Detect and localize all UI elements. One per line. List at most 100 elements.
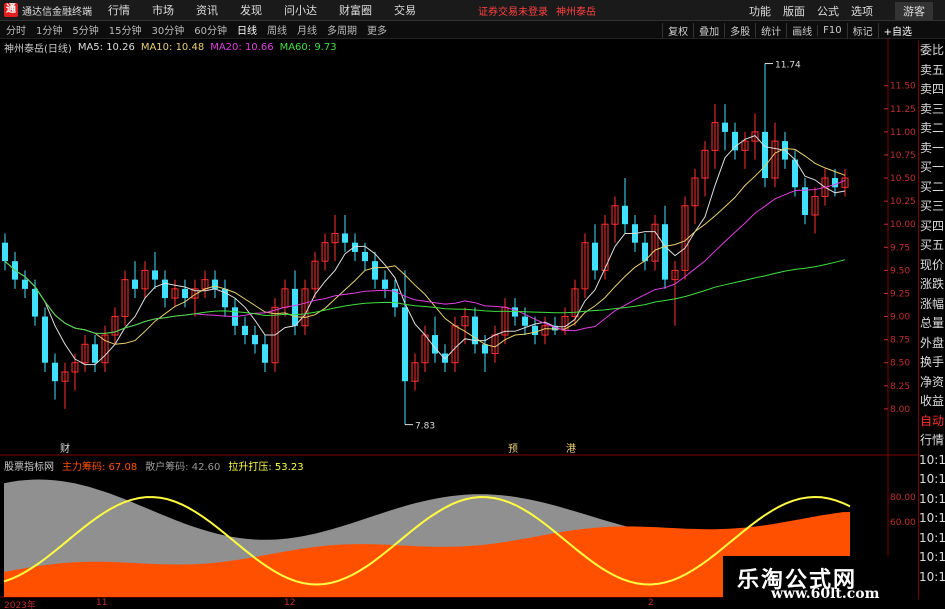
app-logo-icon: 通 (4, 3, 18, 17)
menu-trade[interactable]: 交易 (394, 2, 416, 18)
period-15min[interactable]: 15分钟 (109, 22, 142, 37)
candle-body-down (592, 242, 598, 271)
menu-options[interactable]: 选项 (851, 3, 873, 19)
menu-function[interactable]: 功能 (749, 3, 771, 19)
side-tab[interactable]: 卖三 (919, 100, 945, 120)
price-tick-label: 8.75 (890, 336, 910, 346)
candle-body-down (152, 270, 158, 280)
price-tick-label: 9.50 (890, 266, 910, 276)
candle-body-down (182, 288, 188, 299)
candle-body-down (762, 131, 768, 179)
candle-body-down (342, 233, 348, 243)
date-tick: 12 (284, 598, 296, 608)
statistics-button[interactable]: 统计 (755, 22, 786, 38)
side-tab[interactable]: 涨跌 (919, 275, 945, 295)
period-30min[interactable]: 30分钟 (151, 22, 184, 37)
restore-rights-button[interactable]: 复权 (662, 22, 693, 38)
multi-stock-button[interactable]: 多股 (724, 22, 755, 38)
stock-period-label: 神州泰岳(日线) (4, 43, 72, 55)
draw-line-button[interactable]: 画线 (786, 22, 817, 38)
watermark: 乐淘公式网 www.60lt.com (723, 556, 918, 609)
candle-body-down (42, 316, 48, 363)
side-tab[interactable]: 涨幅 (919, 295, 945, 315)
candle-body-down (212, 279, 218, 289)
period-multi[interactable]: 多周期 (327, 22, 357, 37)
menu-discover[interactable]: 发现 (240, 2, 262, 18)
period-monthly[interactable]: 月线 (297, 22, 317, 37)
candle-body-down (622, 205, 628, 225)
candle-body-down (52, 362, 58, 382)
ma20-line (4, 179, 846, 334)
side-tab[interactable]: 行情 (919, 431, 945, 451)
side-tab[interactable]: 现价 (919, 256, 945, 276)
menu-market[interactable]: 市场 (152, 2, 174, 18)
side-tab[interactable]: 净资 (919, 373, 945, 393)
price-tick-label: 8.50 (890, 359, 910, 369)
candle-body-down (262, 344, 268, 363)
login-status[interactable]: 证券交易未登录 (478, 3, 548, 18)
side-tab[interactable]: 10:11 (919, 470, 945, 490)
high-price-label: 11.74 (775, 61, 801, 71)
period-more[interactable]: 更多 (367, 22, 387, 37)
side-tab[interactable]: 收益 (919, 392, 945, 412)
price-tick-label: 11.00 (890, 128, 916, 138)
side-tab[interactable]: 卖二 (919, 119, 945, 139)
side-tab[interactable]: 换手 (919, 353, 945, 373)
event-marker: 港 (566, 443, 576, 455)
f10-button[interactable]: F10 (817, 24, 846, 36)
side-tab[interactable]: 10:11 (919, 529, 945, 549)
side-tab[interactable]: 10:11 (919, 451, 945, 471)
side-tab[interactable]: 卖五 (919, 61, 945, 81)
menu-layout[interactable]: 版面 (783, 3, 805, 19)
date-tick: 2 (648, 598, 654, 608)
menu-quotes[interactable]: 行情 (108, 2, 130, 18)
side-tab[interactable]: 卖四 (919, 80, 945, 100)
side-tab[interactable]: 买一 (919, 158, 945, 178)
menu-formula[interactable]: 公式 (817, 3, 839, 19)
price-tick-label: 11.50 (890, 82, 916, 92)
candle-body-down (242, 325, 248, 336)
event-marker: 财 (60, 442, 70, 455)
overlay-button[interactable]: 叠加 (693, 22, 724, 38)
candle-body-down (402, 307, 408, 382)
candle-body-down (802, 187, 808, 215)
mark-button[interactable]: 标记 (846, 22, 878, 38)
period-toolbar: 分时 1分钟 5分钟 15分钟 30分钟 60分钟 日线 周线 月线 多周期 更… (0, 21, 945, 39)
menu-wealth[interactable]: 财富圈 (339, 2, 372, 18)
period-intraday[interactable]: 分时 (6, 22, 26, 37)
candle-body-down (92, 344, 98, 363)
side-tab[interactable]: 外盘 (919, 334, 945, 354)
side-tab[interactable]: 总量 (919, 314, 945, 334)
candle-body-down (732, 131, 738, 151)
period-weekly[interactable]: 周线 (267, 22, 287, 37)
price-tick-label: 9.25 (890, 289, 910, 299)
price-tick-label: 10.50 (890, 174, 916, 184)
period-5min[interactable]: 5分钟 (72, 22, 98, 37)
period-60min[interactable]: 60分钟 (194, 22, 227, 37)
pull-press-value: 拉升打压: 53.23 (228, 461, 304, 473)
side-tab[interactable]: 买二 (919, 178, 945, 198)
candle-body-down (132, 279, 138, 289)
side-tab[interactable]: 10:11 (919, 568, 945, 588)
side-tab[interactable]: 10:11 (919, 548, 945, 568)
period-daily[interactable]: 日线 (237, 22, 257, 37)
side-tab[interactable]: 委比 (919, 41, 945, 61)
kline-chart[interactable]: 11.50 11.25 11.00 10.75 10.50 10.25 10.00 9.75 9… (0, 39, 918, 609)
price-tick-label: 8.25 (890, 382, 910, 392)
side-tab[interactable]: 买五 (919, 236, 945, 256)
menu-news[interactable]: 资讯 (196, 2, 218, 18)
menu-ask[interactable]: 问小达 (284, 2, 317, 18)
side-tab[interactable]: 自动 (919, 412, 945, 432)
add-watchlist-button[interactable]: +自选 (877, 22, 917, 38)
candle-body-down (382, 279, 388, 289)
side-tab[interactable]: 买四 (919, 217, 945, 237)
side-tab[interactable]: 买三 (919, 197, 945, 217)
ma-legend: 神州泰岳(日线) MA5: 10.26 MA10: 10.48 MA20: 10… (4, 40, 343, 55)
side-tab[interactable]: 卖一 (919, 139, 945, 159)
ma10-value: MA10: 10.48 (140, 41, 205, 53)
period-1min[interactable]: 1分钟 (36, 22, 62, 37)
side-tab[interactable]: 10:11 (919, 490, 945, 510)
indicator-name[interactable]: 股票指标网 (4, 458, 54, 473)
side-tab[interactable]: 10:11 (919, 509, 945, 529)
guest-button[interactable]: 游客 (895, 1, 933, 20)
